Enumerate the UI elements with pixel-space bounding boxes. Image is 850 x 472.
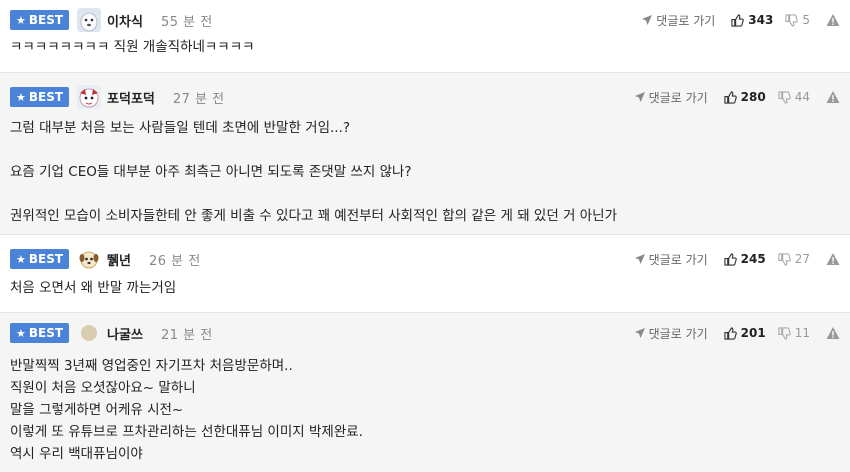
like-count: 201 xyxy=(740,326,766,340)
thumbs-up-icon xyxy=(731,13,745,27)
comment-text: 반말찍찍 3년째 영업중인 자기프차 처음방문하며.. xyxy=(10,358,293,374)
reply-link[interactable]: 댓글로 가기 xyxy=(641,12,715,29)
reply-link[interactable]: 댓글로 가기 xyxy=(634,89,708,106)
avatar[interactable] xyxy=(77,321,101,345)
send-arrow-icon xyxy=(634,92,645,102)
like-count: 280 xyxy=(740,90,766,104)
report-warning-icon[interactable] xyxy=(826,13,840,27)
comment: ★ BEST 뛝년 26 분 전 댓글로 가기 245 27 처음 오면서 왜 반… xyxy=(0,235,850,313)
like-button[interactable]: 343 xyxy=(731,13,773,27)
comment-text: 직원이 처음 오셧잖아요~ 말하니 xyxy=(10,380,196,396)
avatar-image xyxy=(77,85,102,109)
dislike-count: 5 xyxy=(802,13,810,27)
send-arrow-icon xyxy=(634,254,645,264)
comment-text: ㅋㅋㅋㅋㅋㅋㅋㅋ 직원 개솔직하네ㅋㅋㅋㅋ xyxy=(10,39,255,55)
comment-text: 이렇게 또 유튜브로 프차관리하는 선한대퓨님 이미지 박제완료. xyxy=(10,424,363,440)
nickname[interactable]: 이차식 xyxy=(107,11,143,30)
thumbs-down-icon xyxy=(785,13,799,27)
dislike-button[interactable]: 44 xyxy=(778,90,810,104)
comment-header: ★ BEST 나굴쓰 21 분 전 댓글로 가기 201 11 xyxy=(10,321,840,345)
like-count: 343 xyxy=(748,13,774,27)
dislike-button[interactable]: 27 xyxy=(778,252,810,266)
comment-body: ㅋㅋㅋㅋㅋㅋㅋㅋ 직원 개솔직하네ㅋㅋㅋㅋ xyxy=(10,36,840,58)
dislike-count: 11 xyxy=(794,326,810,340)
avatar[interactable] xyxy=(77,8,102,32)
nickname[interactable]: 포덕포덕 xyxy=(107,88,155,107)
comment-body: 반말찍찍 3년째 영업중인 자기프차 처음방문하며.. 직원이 처음 오셧잖아요… xyxy=(10,355,840,465)
comment-text: 말을 그렇게하면 어케유 시전~ xyxy=(10,402,184,418)
star-icon: ★ xyxy=(16,90,26,104)
report-warning-icon[interactable] xyxy=(826,90,840,104)
thumbs-up-icon xyxy=(724,326,737,340)
dislike-count: 44 xyxy=(794,90,810,104)
comment: ★ BEST 이차식 55 분 전 댓글로 가기 343 5 ㅋㅋㅋㅋㅋㅋㅋㅋ 직… xyxy=(0,0,850,73)
best-badge: ★ BEST xyxy=(10,249,70,269)
timestamp: 55 분 전 xyxy=(160,14,213,30)
comment-text: 그럼 대부분 처음 보는 사람들일 텐데 초면에 반말한 거임...? xyxy=(10,120,351,136)
like-count: 245 xyxy=(740,252,766,266)
send-arrow-icon xyxy=(642,15,653,25)
report-warning-icon[interactable] xyxy=(826,326,840,340)
thumbs-down-icon xyxy=(778,252,791,266)
thumbs-up-icon xyxy=(724,252,737,266)
thumbs-down-icon xyxy=(778,326,791,340)
avatar[interactable] xyxy=(77,85,102,109)
thumbs-up-icon xyxy=(724,90,737,104)
like-button[interactable]: 245 xyxy=(724,252,766,266)
comment: ★ BEST 포덕포덕 27 분 전 댓글로 가기 280 44 그럼 대부분 처… xyxy=(0,73,850,235)
comment-header: ★ BEST 뛝년 26 분 전 댓글로 가기 245 27 xyxy=(10,247,840,271)
best-badge: ★ BEST xyxy=(10,87,70,107)
comment-body: 처음 오면서 왜 반말 까는거임 xyxy=(10,277,840,299)
reply-link[interactable]: 댓글로 가기 xyxy=(634,251,708,268)
reply-link[interactable]: 댓글로 가기 xyxy=(634,325,708,342)
comment-text: 권위적인 모습이 소비자들한테 안 좋게 비출 수 있다고 꽤 예전부터 사회적… xyxy=(10,208,618,224)
avatar-image xyxy=(81,325,98,341)
comment-body: 그럼 대부분 처음 보는 사람들일 텐데 초면에 반말한 거임...? 요즘 기… xyxy=(10,117,840,227)
timestamp: 26 분 전 xyxy=(148,253,201,269)
nickname[interactable]: 나굴쓰 xyxy=(107,324,143,343)
dislike-button[interactable]: 5 xyxy=(785,13,810,27)
comment-text: 요즘 기업 CEO들 대부분 아주 최측근 아니면 되도록 존댓말 쓰지 않나? xyxy=(10,164,412,180)
timestamp: 21 분 전 xyxy=(160,327,213,343)
timestamp: 27 분 전 xyxy=(172,91,225,107)
avatar[interactable] xyxy=(77,247,102,271)
comment-header: ★ BEST 이차식 55 분 전 댓글로 가기 343 5 xyxy=(10,8,840,32)
thumbs-down-icon xyxy=(778,90,791,104)
comment-text: 처음 오면서 왜 반말 까는거임 xyxy=(10,280,177,296)
like-button[interactable]: 280 xyxy=(724,90,766,104)
star-icon: ★ xyxy=(16,326,26,340)
avatar-image xyxy=(77,8,102,32)
avatar-image xyxy=(77,247,102,271)
best-badge: ★ BEST xyxy=(10,323,70,343)
comment-header: ★ BEST 포덕포덕 27 분 전 댓글로 가기 280 44 xyxy=(10,85,840,109)
nickname[interactable]: 뛝년 xyxy=(107,250,131,269)
dislike-button[interactable]: 11 xyxy=(778,326,810,340)
dislike-count: 27 xyxy=(794,252,810,266)
send-arrow-icon xyxy=(634,328,645,338)
star-icon: ★ xyxy=(16,13,26,27)
like-button[interactable]: 201 xyxy=(724,326,766,340)
report-warning-icon[interactable] xyxy=(826,252,840,266)
comment-text: 역시 우리 백대퓨님이야 xyxy=(10,446,143,462)
star-icon: ★ xyxy=(16,252,26,266)
best-badge: ★ BEST xyxy=(10,10,70,30)
comment: ★ BEST 나굴쓰 21 분 전 댓글로 가기 201 11 반말찍찍 3년째 … xyxy=(0,313,850,472)
